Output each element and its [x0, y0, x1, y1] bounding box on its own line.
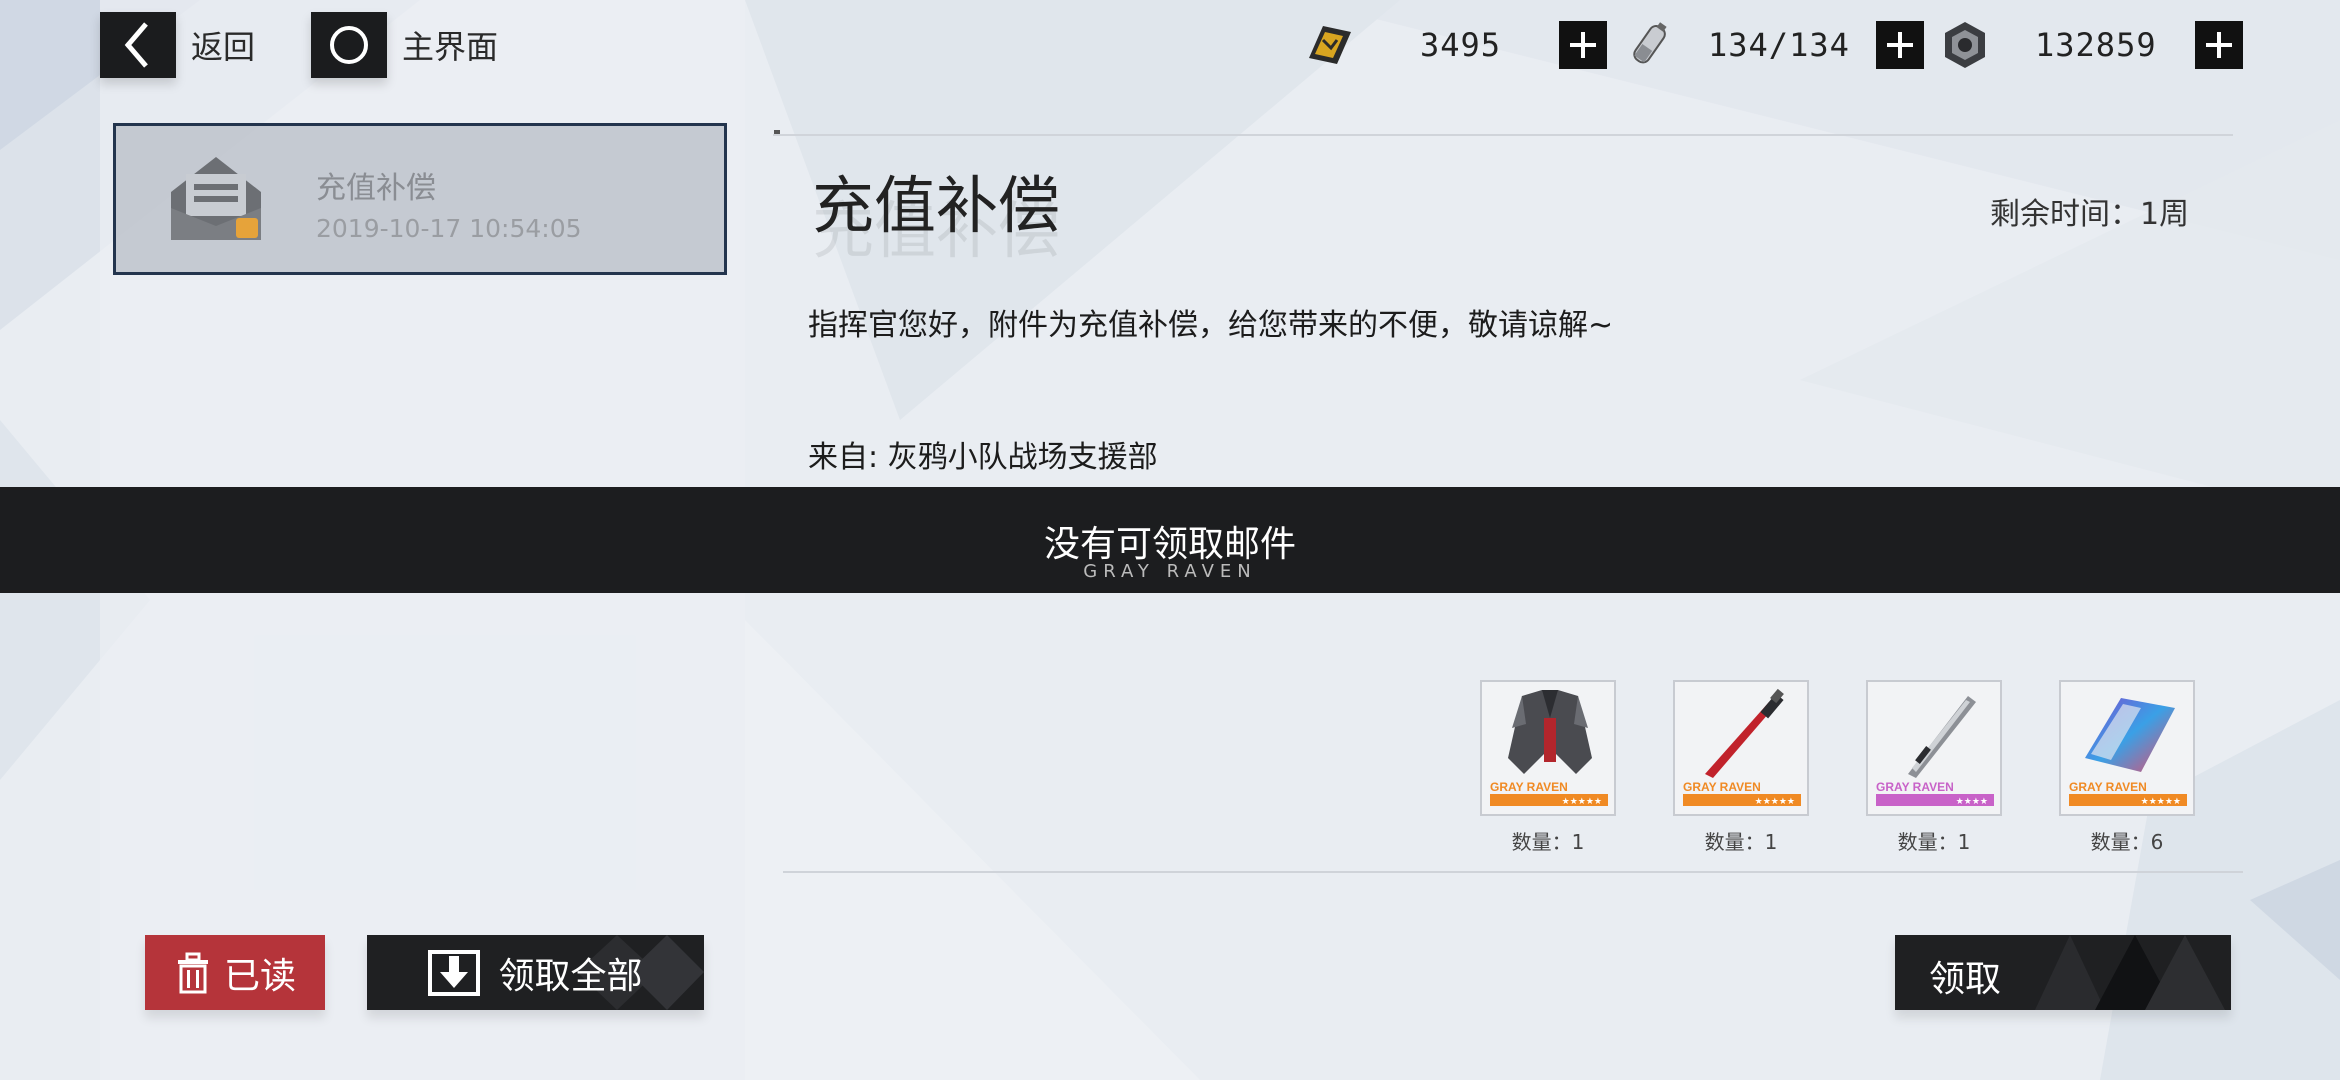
remaining-time: 剩余时间：1周 — [1990, 197, 2190, 232]
attachment-count: 数量：1 — [1511, 830, 1585, 854]
download-box-icon — [428, 949, 481, 996]
svg-text:★★★★★: ★★★★★ — [1755, 797, 1795, 806]
svg-text:★★★★★: ★★★★★ — [2141, 797, 2181, 806]
gold-card-icon — [1309, 26, 1351, 64]
mail-item-time: 2019-10-17 10:54:05 — [316, 214, 582, 243]
top-divider — [773, 134, 2233, 136]
mark-read-label: 已读 — [223, 955, 296, 997]
plus-icon — [1570, 32, 1596, 58]
plus-icon — [1887, 32, 1913, 58]
home-circle-icon — [311, 12, 387, 78]
back-arrow-icon — [100, 12, 176, 78]
battery-icon — [1633, 22, 1667, 64]
add-nut-button[interactable] — [2195, 21, 2243, 69]
add-gold-button[interactable] — [1559, 21, 1607, 69]
mail-sender: 来自: 灰鸦小队战场支援部 — [808, 440, 1158, 475]
sword-item-icon — [1908, 696, 1976, 778]
rarity-bar: ★★★★★ — [1490, 794, 1608, 806]
resource-value: 3495 — [1420, 26, 1502, 64]
attachment-item[interactable]: GRAY RAVEN ★★★★ — [1866, 680, 2002, 816]
data-card-item-icon — [2085, 698, 2175, 772]
red-blade-item-icon — [1705, 688, 1784, 778]
claim-all-label: 领取全部 — [498, 955, 643, 997]
svg-text:★★★★★: ★★★★★ — [1562, 797, 1602, 806]
rarity-bar: ★★★★ — [1876, 794, 1994, 806]
item-brand: GRAY RAVEN — [2069, 780, 2147, 794]
resource-value: 132859 — [2035, 26, 2157, 64]
mail-body: 指挥官您好，附件为充值补偿，给您带来的不便，敬请谅解~ — [808, 308, 1614, 343]
svg-text:★★★★: ★★★★ — [1956, 797, 1988, 806]
attachment-count: 数量：1 — [1704, 830, 1778, 854]
attachment-item[interactable]: GRAY RAVEN ★★★★★ — [1673, 680, 1809, 816]
back-button[interactable]: 返回 — [100, 12, 255, 78]
attachment-item[interactable]: GRAY RAVEN ★★★★★ — [2059, 680, 2195, 816]
mail-item-title: 充值补偿 — [316, 171, 436, 206]
attachment-item[interactable]: GRAY RAVEN ★★★★★ — [1480, 680, 1616, 816]
banner-subtitle: GRAY RAVEN — [1083, 561, 1257, 582]
claim-all-button[interactable]: 领取全部 — [367, 935, 704, 1010]
item-brand: GRAY RAVEN — [1490, 780, 1568, 794]
open-envelope-icon — [171, 157, 261, 240]
mark-read-button[interactable]: 已读 — [145, 935, 325, 1010]
item-brand: GRAY RAVEN — [1876, 780, 1954, 794]
mail-list-item[interactable]: 充值补偿 2019-10-17 10:54:05 — [113, 123, 727, 275]
hex-nut-icon — [1945, 22, 1985, 68]
coat-item-icon — [1508, 690, 1592, 774]
home-label: 主界面 — [402, 28, 499, 66]
banner-title: 没有可领取邮件 — [1043, 524, 1296, 565]
notice-banner: 没有可领取邮件 GRAY RAVEN — [0, 487, 2340, 593]
rarity-bar: ★★★★★ — [2069, 794, 2187, 806]
claim-label: 领取 — [1929, 959, 2002, 1000]
attachments-divider — [783, 871, 2243, 873]
home-button[interactable]: 主界面 — [311, 12, 498, 78]
rarity-bar: ★★★★★ — [1683, 794, 1801, 806]
attachment-count: 数量：6 — [2090, 830, 2164, 854]
add-battery-button[interactable] — [1876, 21, 1924, 69]
plus-icon — [2206, 32, 2232, 58]
resource-value: 134/134 — [1708, 26, 1850, 64]
mail-title: 充值补偿 — [812, 169, 1061, 242]
claim-button[interactable]: 领取 — [1895, 935, 2231, 1010]
back-label: 返回 — [191, 28, 256, 66]
trash-icon — [177, 952, 208, 993]
attachment-count: 数量：1 — [1897, 830, 1971, 854]
item-brand: GRAY RAVEN — [1683, 780, 1761, 794]
